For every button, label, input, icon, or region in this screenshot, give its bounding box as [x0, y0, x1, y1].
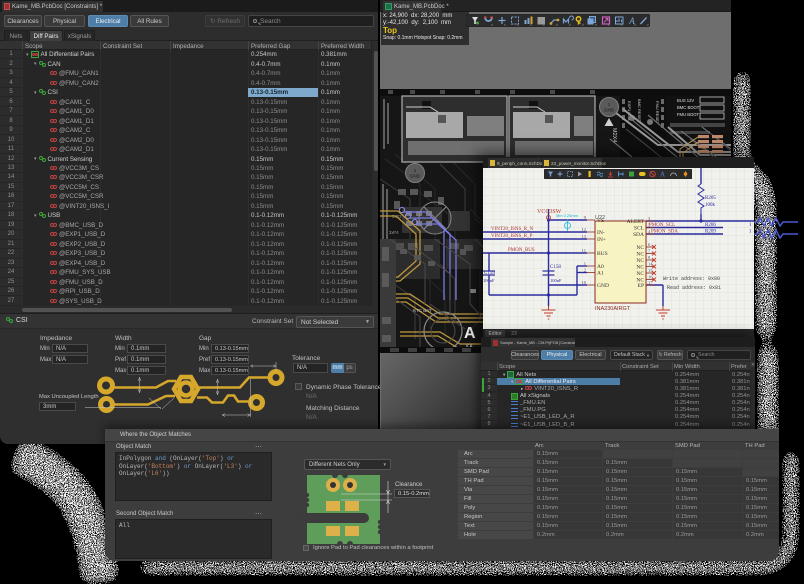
- svg-text:A1: A1: [597, 271, 604, 277]
- svg-text:VINT20_ISNS_R_N: VINT20_ISNS_R_N: [491, 227, 534, 232]
- svg-text:INA230AIRGT: INA230AIRGT: [595, 306, 631, 312]
- svg-text:PMON_SCL: PMON_SCL: [649, 223, 675, 228]
- svg-text:R206: R206: [705, 223, 716, 228]
- svg-text:NC: NC: [636, 258, 644, 264]
- svg-text:3xP4: 3xP4: [389, 230, 399, 235]
- svg-text:GND: GND: [597, 283, 609, 289]
- svg-text:SCL: SCL: [634, 226, 645, 232]
- svg-text:12: 12: [582, 227, 587, 232]
- svg-text:IN+: IN+: [597, 237, 606, 243]
- svg-text:A: A: [628, 16, 635, 26]
- svg-text:BUS: BUS: [597, 251, 608, 257]
- svg-text:R209: R209: [705, 230, 716, 235]
- svg-text:VS: VS: [597, 218, 604, 224]
- svg-text:NC: NC: [636, 271, 644, 277]
- svg-text:ALERT: ALERT: [627, 219, 645, 225]
- svg-text:FMU BOOT: FMU BOOT: [677, 112, 700, 117]
- svg-text:A: A: [660, 171, 665, 179]
- svg-text:15: 15: [648, 268, 653, 273]
- svg-text:14: 14: [648, 262, 653, 267]
- svg-text:GND: GND: [604, 108, 615, 113]
- svg-text:100k: 100k: [705, 203, 716, 208]
- svg-text:IN-: IN-: [597, 230, 605, 236]
- svg-text:BMC BOOT: BMC BOOT: [677, 105, 700, 110]
- svg-text:PMON_BUS: PMON_BUS: [508, 248, 535, 253]
- svg-text:SDA: SDA: [633, 232, 644, 238]
- svg-text:KTC BAT: KTC BAT: [413, 308, 432, 313]
- svg-text:100nF: 100nF: [483, 278, 495, 283]
- svg-text:13: 13: [582, 234, 587, 239]
- svg-text:R205: R205: [705, 196, 716, 201]
- svg-text:A0: A0: [597, 264, 604, 270]
- svg-text:1: 1: [584, 261, 586, 266]
- svg-text:C159: C159: [484, 271, 495, 276]
- svg-text:EP: EP: [638, 283, 644, 289]
- svg-text:16: 16: [648, 275, 653, 280]
- svg-text:A: A: [464, 325, 476, 342]
- svg-text:100nF: 100nF: [550, 278, 562, 283]
- svg-text:10: 10: [582, 280, 587, 285]
- svg-text:GND: GND: [410, 174, 421, 179]
- svg-text:Write address: 0x80: Write address: 0x80: [663, 276, 720, 282]
- svg-text:2: 2: [584, 268, 586, 273]
- svg-text:BUS 12V: BUS 12V: [677, 98, 694, 103]
- svg-text:NC: NC: [636, 245, 644, 251]
- svg-text:17: 17: [648, 280, 653, 285]
- svg-text:NC: NC: [636, 252, 644, 258]
- svg-text:PMON_SDA: PMON_SDA: [651, 230, 678, 235]
- svg-text:11: 11: [582, 248, 586, 253]
- svg-text:NC: NC: [636, 265, 644, 271]
- svg-text:Min 0.25mm: Min 0.25mm: [556, 213, 579, 218]
- svg-text:C158: C158: [550, 265, 561, 270]
- svg-text:Read address: 0x81: Read address: 0x81: [667, 285, 721, 291]
- svg-text:VINT20_ISNS_R_P: VINT20_ISNS_R_P: [491, 234, 533, 239]
